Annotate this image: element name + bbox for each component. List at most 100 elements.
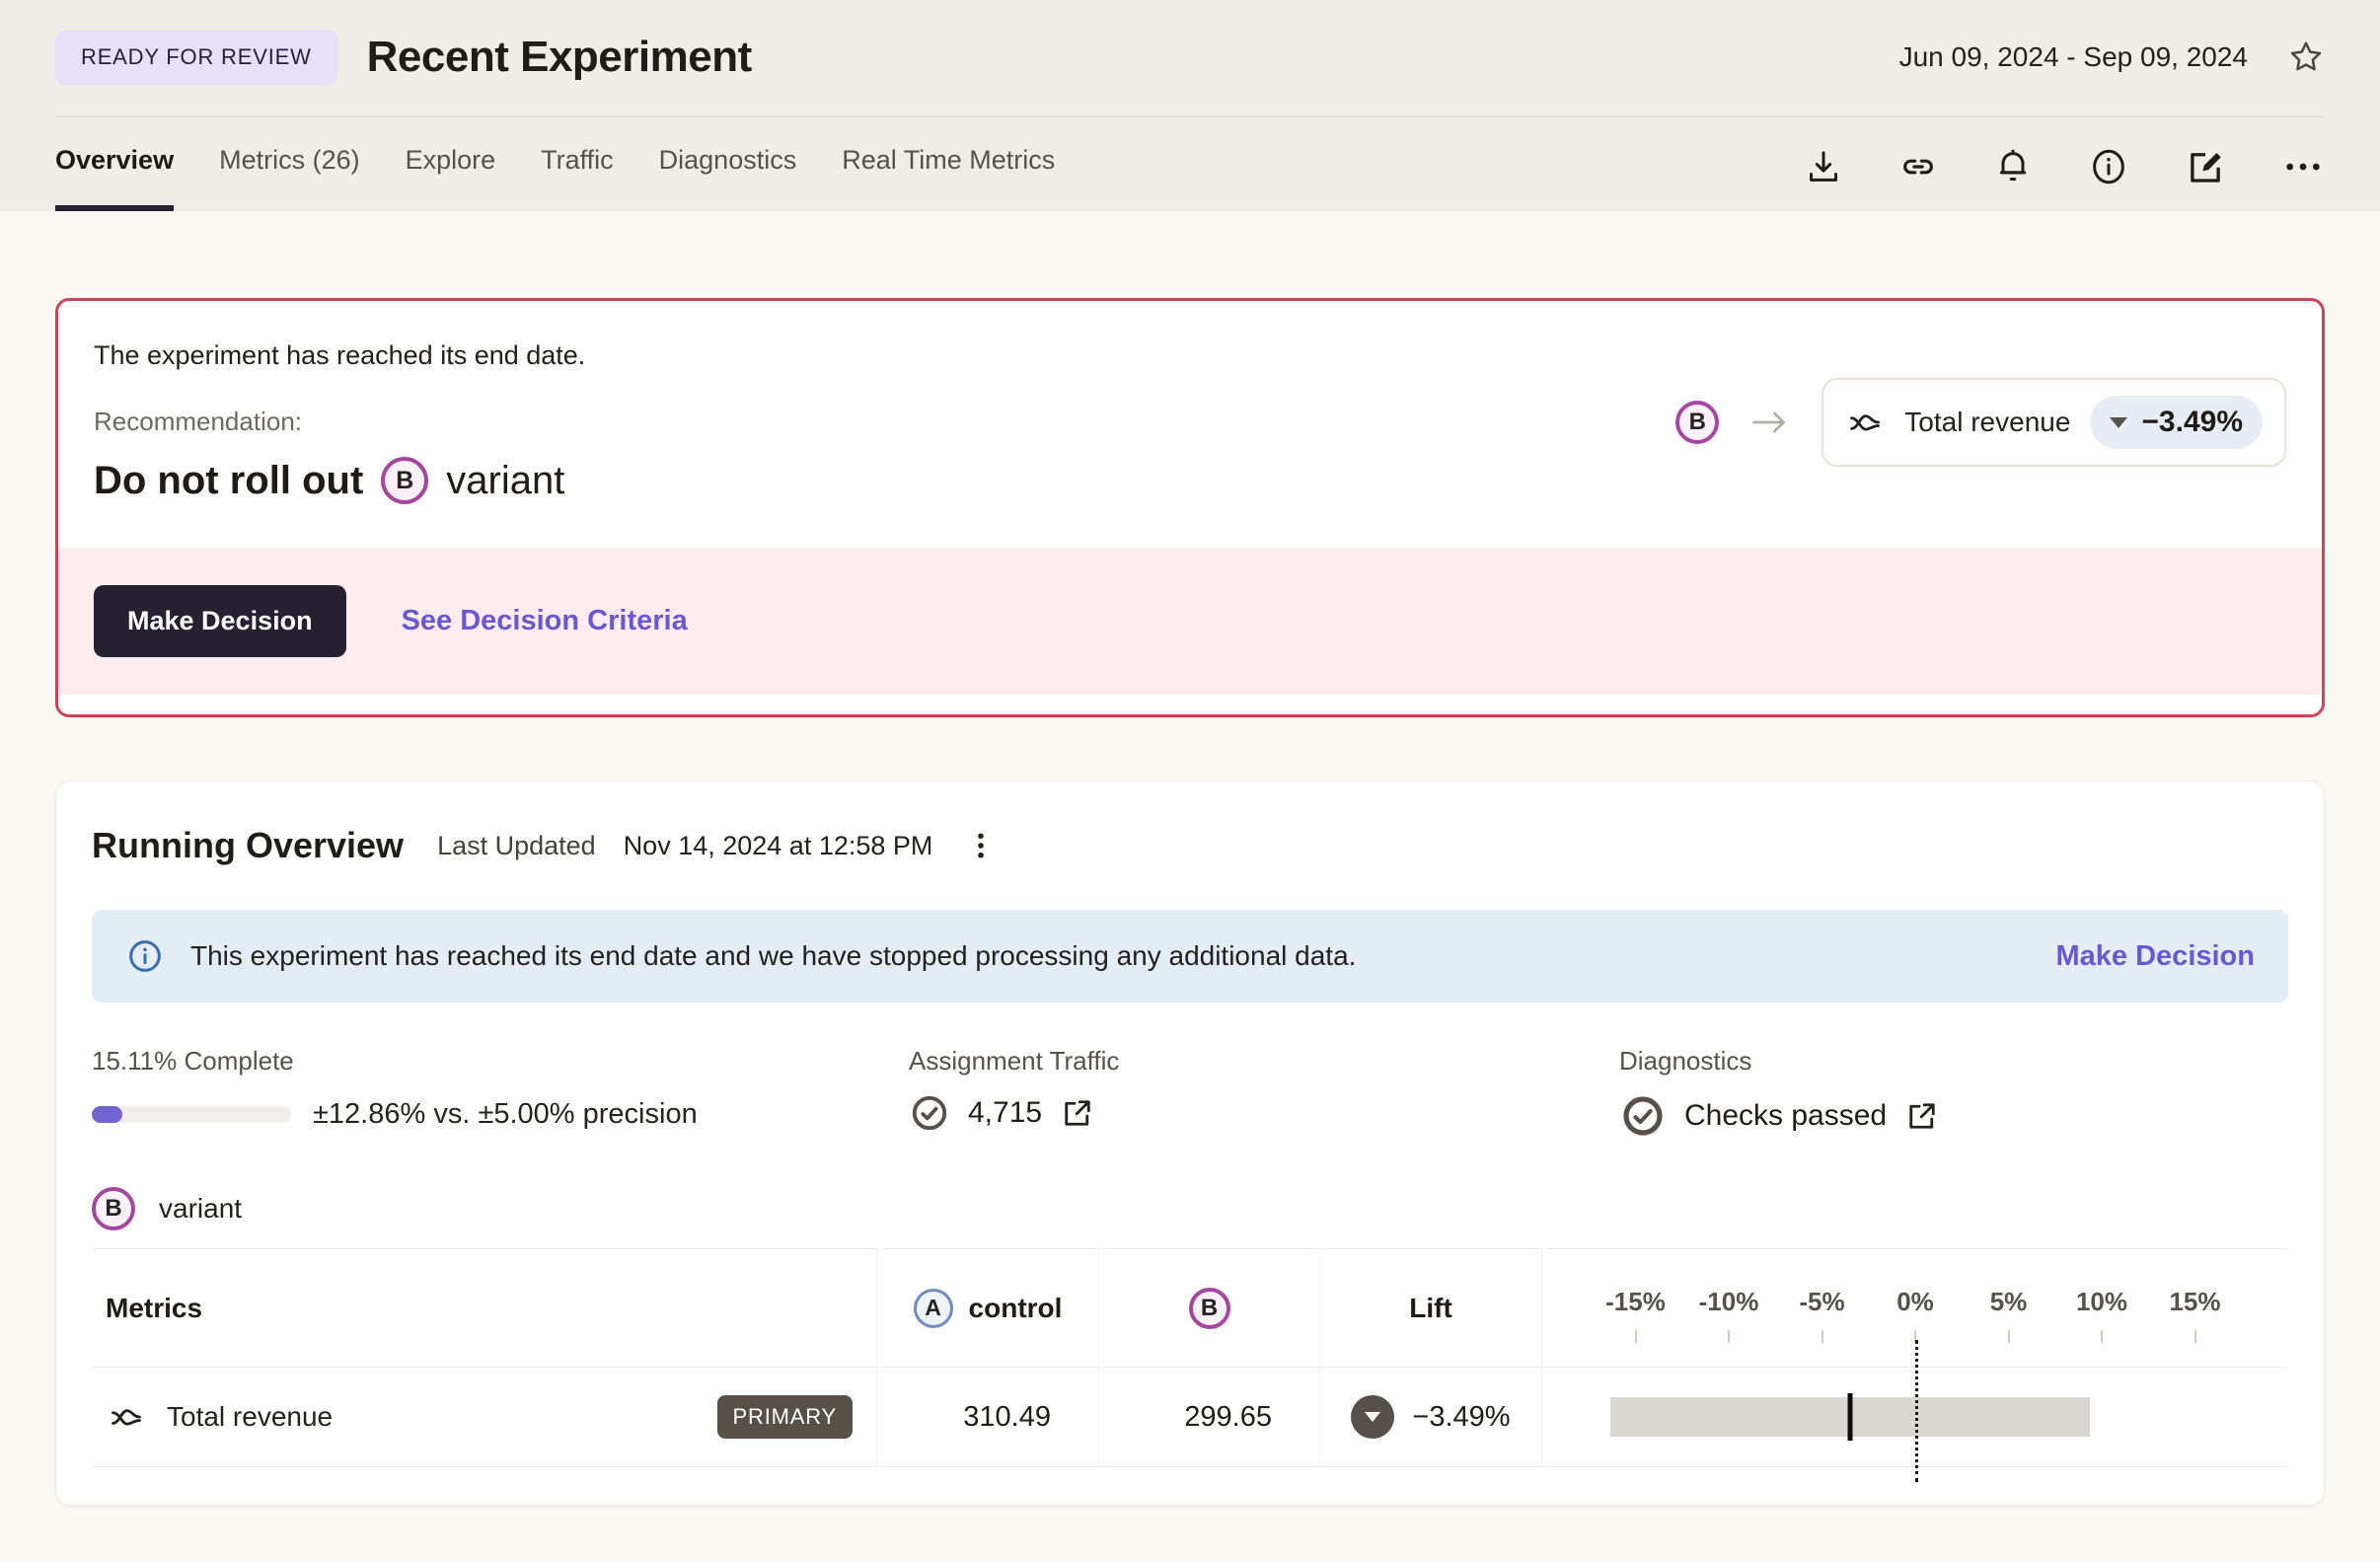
axis-tick-label: 15% (2169, 1287, 2221, 1316)
assignment-traffic-value: 4,715 (968, 1096, 1043, 1129)
more-icon[interactable] (2281, 147, 2325, 186)
title-row: READY FOR REVIEW Recent Experiment Jun 0… (55, 0, 2325, 85)
column-header-variant: B (1099, 1249, 1320, 1367)
zero-line (1915, 1340, 1918, 1482)
external-link-icon[interactable] (1060, 1095, 1095, 1131)
alert-left: The experiment has reached its end date.… (94, 340, 585, 504)
info-banner: This experiment has reached its end date… (92, 910, 2288, 1003)
download-icon[interactable] (1804, 147, 1843, 186)
table-row[interactable]: Total revenue PRIMARY 310.49 299.65 −3.4… (92, 1368, 2288, 1466)
table-header-row: Metrics A control B Lift -15% -10% -5% 0% 5%… (92, 1249, 2288, 1368)
variant-b-badge: B (92, 1187, 135, 1230)
metric-name: Total revenue (1904, 407, 2071, 437)
progress-stat: 15.11% Complete ±12.86% vs. ±5.00% preci… (92, 1046, 909, 1140)
axis-tick-label: 0% (1897, 1287, 1934, 1316)
progress-bar (92, 1106, 291, 1123)
variant-label: variant (159, 1193, 243, 1224)
alert-body: The experiment has reached its end date.… (58, 301, 2322, 504)
tab-diagnostics[interactable]: Diagnostics (659, 145, 797, 211)
metric-delta-pill[interactable]: −3.49% (2090, 396, 2263, 449)
metric-row-name: Total revenue (167, 1401, 334, 1432)
control-value-cell: 310.49 (877, 1368, 1099, 1466)
axis-tick-label: -15% (1605, 1287, 1666, 1316)
page-header: READY FOR REVIEW Recent Experiment Jun 0… (0, 0, 2380, 211)
alert-metric-summary: B Total revenue −3.49% (1675, 378, 2286, 467)
axis-tick (1728, 1330, 1730, 1343)
diagnostics-line: Checks passed (1619, 1092, 1940, 1140)
info-icon (125, 936, 165, 976)
column-header-control: A control (877, 1249, 1099, 1367)
star-icon[interactable] (2287, 38, 2325, 76)
precision-text: ±12.86% vs. ±5.00% precision (313, 1098, 698, 1130)
lift-cell: −3.49% (1320, 1368, 1542, 1466)
variant-b-badge: B (1188, 1287, 1230, 1329)
column-header-lift: Lift (1320, 1249, 1542, 1367)
primary-tag: PRIMARY (716, 1395, 853, 1439)
edit-icon[interactable] (2185, 146, 2226, 187)
card-title: Running Overview (92, 825, 405, 865)
see-decision-criteria-link[interactable]: See Decision Criteria (402, 605, 688, 637)
info-icon[interactable] (2088, 146, 2129, 187)
tab-explore[interactable]: Explore (406, 145, 496, 211)
control-header-label: control (968, 1292, 1063, 1323)
bell-icon[interactable] (1993, 147, 2033, 186)
metric-selector[interactable]: Total revenue −3.49% (1822, 378, 2286, 467)
lift-down-icon (1351, 1395, 1395, 1439)
diagnostics-stat: Diagnostics Checks passed (1619, 1046, 1940, 1140)
banner-text: This experiment has reached its end date… (190, 940, 1357, 971)
axis-tick (2194, 1330, 2196, 1343)
variant-row: B variant (92, 1187, 2288, 1230)
tab-traffic[interactable]: Traffic (541, 145, 614, 211)
tab-real-time-metrics[interactable]: Real Time Metrics (842, 145, 1055, 211)
external-link-icon[interactable] (1904, 1098, 1940, 1134)
axis-tick (2101, 1330, 2103, 1343)
axis-tick-label: -5% (1799, 1287, 1845, 1316)
variant-b-badge: B (381, 457, 429, 504)
card-header: Running Overview Last Updated Nov 14, 20… (92, 825, 2288, 866)
assignment-traffic-line: 4,715 (909, 1092, 1619, 1134)
lift-value: −3.49% (1412, 1400, 1511, 1433)
recommendation-suffix: variant (446, 458, 565, 502)
main-content: The experiment has reached its end date.… (0, 298, 2380, 1506)
make-decision-button[interactable]: Make Decision (94, 585, 346, 657)
axis-tick-label: 10% (2075, 1287, 2128, 1316)
axis-tick-label: 5% (1989, 1287, 2028, 1316)
running-overview-card: Running Overview Last Updated Nov 14, 20… (55, 780, 2325, 1506)
axis-tick (2007, 1330, 2010, 1343)
stats-row: 15.11% Complete ±12.86% vs. ±5.00% preci… (92, 1046, 2288, 1140)
metric-cell: Total revenue PRIMARY (92, 1368, 877, 1466)
metric-trend-icon (1845, 406, 1885, 439)
metrics-table: Metrics A control B Lift -15% -10% -5% 0% 5%… (92, 1248, 2288, 1482)
tabs: Overview Metrics (26) Explore Traffic Di… (55, 145, 1055, 211)
metric-trend-icon (106, 1400, 147, 1434)
status-badge: READY FOR REVIEW (55, 30, 337, 85)
date-range: Jun 09, 2024 - Sep 09, 2024 (1898, 41, 2248, 72)
progress-line: ±12.86% vs. ±5.00% precision (92, 1098, 909, 1131)
assignment-traffic-label: Assignment Traffic (909, 1046, 1120, 1076)
control-a-badge: A (913, 1288, 953, 1328)
progress-fill (92, 1106, 122, 1123)
tab-metrics[interactable]: Metrics (26) (219, 145, 360, 211)
alert-message: The experiment has reached its end date. (94, 340, 586, 370)
kebab-menu-icon[interactable] (966, 829, 996, 862)
column-header-metrics: Metrics (92, 1249, 877, 1367)
axis-tick (1634, 1330, 1637, 1343)
diagnostics-label: Diagnostics (1619, 1046, 1752, 1076)
progress-label: 15.11% Complete (92, 1046, 294, 1076)
recommendation-line: Do not roll out B variant (94, 457, 585, 504)
last-updated-label: Last Updated (437, 830, 596, 860)
tab-actions (1804, 146, 2325, 211)
ci-marker (1847, 1393, 1853, 1441)
recommendation-action: Do not roll out (94, 458, 364, 502)
assignment-traffic-stat: Assignment Traffic 4,715 (909, 1046, 1619, 1140)
ci-bar (1609, 1393, 2091, 1441)
recommendation-label: Recommendation: (94, 407, 302, 436)
diagnostics-status: Checks passed (1684, 1099, 1888, 1132)
check-circle-icon (909, 1092, 950, 1134)
tab-overview[interactable]: Overview (55, 145, 175, 211)
header-right: Jun 09, 2024 - Sep 09, 2024 (1899, 38, 2325, 76)
chevron-down-icon (2110, 416, 2128, 428)
link-icon[interactable] (1898, 147, 1938, 186)
banner-make-decision-link[interactable]: Make Decision (2056, 940, 2255, 973)
variant-b-badge: B (1675, 401, 1720, 444)
